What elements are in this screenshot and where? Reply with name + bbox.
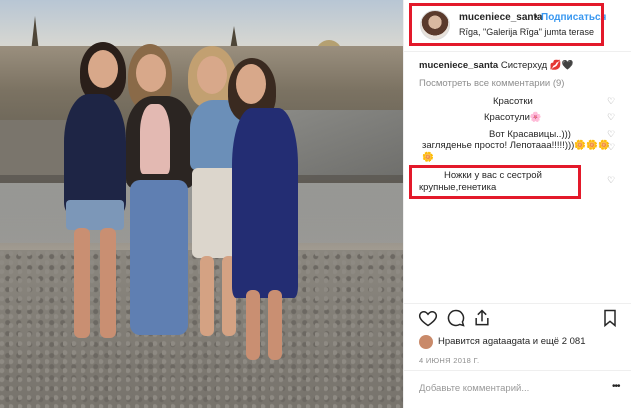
liker-avatar[interactable] xyxy=(419,335,433,349)
caption-username[interactable]: muceniece_santa xyxy=(419,60,498,71)
person-face xyxy=(88,50,118,88)
likes-count[interactable]: Нравится agataagata и ещё 2 081 xyxy=(438,336,586,347)
comment-like-heart-icon[interactable]: ♡ xyxy=(607,129,615,140)
comment-icon[interactable] xyxy=(446,308,466,328)
person-top xyxy=(140,104,170,174)
highlight-box-comment xyxy=(409,165,581,199)
comment-text: 🌼 xyxy=(422,152,434,163)
person-leg xyxy=(268,290,282,360)
view-all-comments-link[interactable]: Посмотреть все комментарии (9) xyxy=(419,78,564,89)
person-shorts xyxy=(66,200,124,230)
comment-like-heart-icon[interactable]: ♡ xyxy=(607,142,615,153)
comment-input[interactable] xyxy=(419,380,599,396)
caption-text: Систерхуд 💋🖤 xyxy=(500,60,574,71)
comment-like-heart-icon[interactable]: ♡ xyxy=(607,175,615,186)
person-dress xyxy=(232,108,298,298)
person-leg xyxy=(74,228,90,338)
person-leg xyxy=(246,290,260,360)
comment-text: загляденье просто! Лепотааа!!!!!)))🌼🌼🌼 xyxy=(422,140,610,151)
person-face xyxy=(136,54,166,92)
bookmark-icon[interactable] xyxy=(600,308,620,328)
comment-like-heart-icon[interactable]: ♡ xyxy=(607,96,615,107)
post-photo[interactable] xyxy=(0,0,403,408)
person-shirt xyxy=(64,94,126,214)
comment-like-heart-icon[interactable]: ♡ xyxy=(607,112,615,123)
person-face xyxy=(197,56,227,94)
more-options-icon[interactable]: ••• xyxy=(612,381,620,392)
post-caption: muceniece_santa Систерхуд 💋🖤 xyxy=(419,60,574,71)
person-leg xyxy=(200,256,214,336)
comment-text: Вот Красавицы..))) xyxy=(489,129,571,140)
person-face xyxy=(236,64,266,104)
heart-icon[interactable] xyxy=(418,308,438,328)
post-date[interactable]: 4 ИЮНЯ 2018 Г. xyxy=(419,356,479,365)
comment-text: Красотки xyxy=(493,96,533,107)
person-jeans xyxy=(130,180,188,335)
highlight-box-header xyxy=(409,3,604,46)
comment-text: Красотули🌸 xyxy=(484,112,542,123)
person-leg xyxy=(100,228,116,338)
share-icon[interactable] xyxy=(472,308,492,328)
building xyxy=(0,120,70,180)
